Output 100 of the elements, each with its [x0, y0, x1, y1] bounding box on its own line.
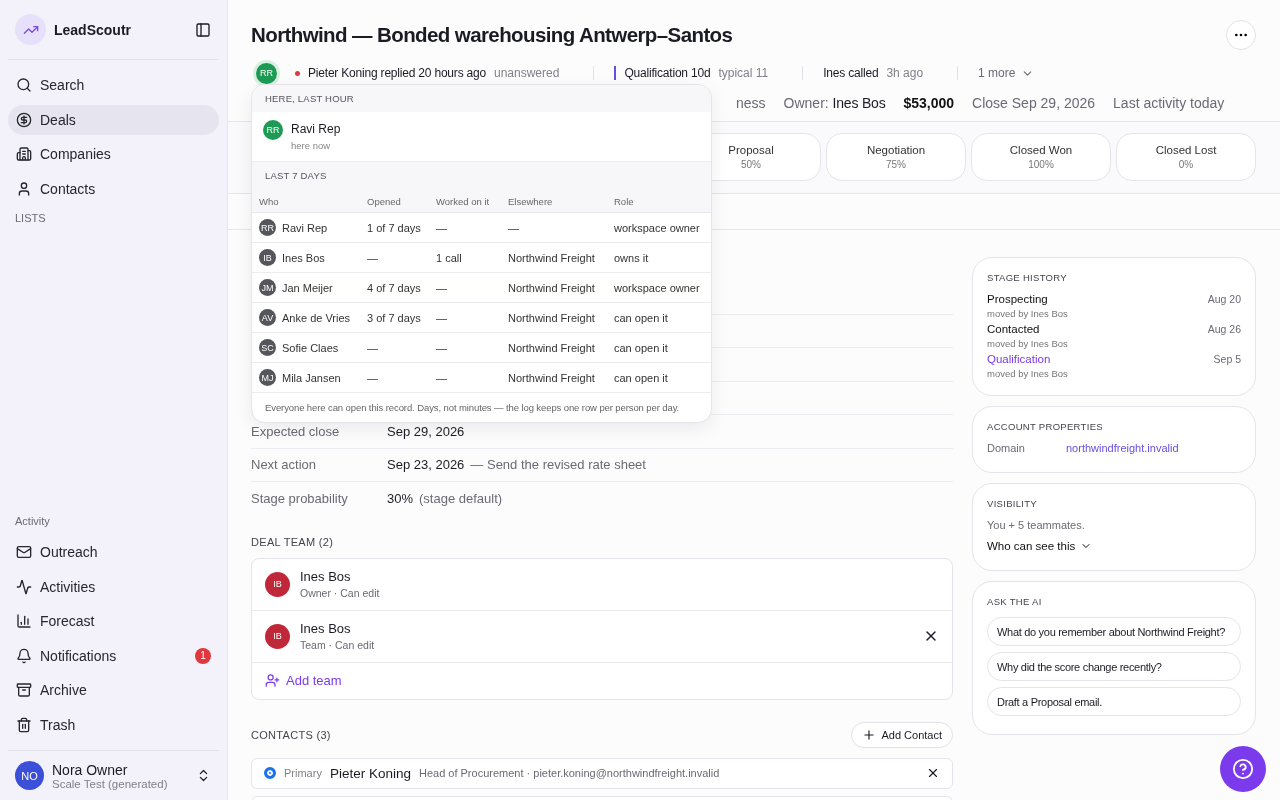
stage-pill[interactable]: Closed Won 100% — [971, 133, 1111, 181]
field-label: Stage probability — [251, 491, 349, 507]
visibility-dropdown[interactable]: Who can see this — [987, 540, 1093, 552]
section-heading: Activity — [14, 514, 51, 529]
table-cell: — — [436, 341, 447, 354]
column-header: Worked on it — [429, 189, 501, 213]
nav-item[interactable]: Companies — [8, 139, 219, 169]
popover-footnote: Everyone here can open this record. Days, not minutes — the log keeps one row per person per day. — [264, 401, 681, 415]
field-note: — Send the revised rate sheet — [470, 457, 646, 473]
card-heading: ACCOUNT PROPERTIES — [987, 421, 1104, 432]
help-button[interactable] — [1220, 746, 1266, 792]
field-note: (stage default) — [419, 491, 503, 507]
property-label: Domain — [987, 442, 1026, 454]
user-avatar: AV — [259, 309, 276, 326]
table-cell: Ines Bos — [282, 251, 325, 264]
nav-item[interactable]: Trash — [8, 709, 219, 740]
table-cell: Jan Meijer — [282, 281, 333, 294]
nav-item[interactable]: Forecast — [8, 606, 219, 636]
deal-title: Northwind — Bonded warehousing Antwerp–Santos — [251, 23, 733, 47]
table-cell: — — [508, 221, 519, 234]
user-subtitle: Scale Test (generated) — [52, 777, 169, 790]
member-name: Ines Bos — [300, 569, 352, 584]
section-heading: DEAL TEAM (2) — [251, 535, 334, 548]
stage-pill[interactable]: Closed Lost 0% — [1116, 133, 1256, 181]
nav-item[interactable]: Search — [8, 70, 219, 100]
help-icon — [1232, 758, 1254, 780]
table-cell: workspace owner — [614, 281, 700, 294]
table-cell: — — [367, 371, 378, 384]
close-icon[interactable] — [926, 766, 940, 780]
meta-text: Close Sep 29, 2026 — [972, 95, 1096, 111]
reply-state: unanswered — [494, 66, 560, 80]
column-header: Role — [607, 189, 711, 213]
nav-item[interactable]: Activities — [8, 571, 219, 602]
logo-icon — [15, 14, 46, 45]
trash-icon — [16, 716, 32, 733]
table-cell: Northwind Freight — [508, 341, 595, 354]
sidebar-toggle-icon[interactable] — [195, 21, 211, 38]
mail-icon — [16, 544, 32, 560]
nav-item[interactable]: Notifications 1 — [8, 640, 219, 671]
card-heading: VISIBILITY — [987, 498, 1038, 509]
section-heading: CONTACTS (3) — [251, 728, 331, 741]
nav-item[interactable]: Archive — [8, 675, 219, 705]
domain-link[interactable]: northwindfreight.invalid — [1066, 442, 1179, 454]
ai-prompt[interactable]: Draft a Proposal email. — [987, 687, 1241, 716]
card-heading: ASK THE AI — [987, 596, 1043, 607]
person-icon — [16, 180, 32, 197]
stage-date: Sep 5 — [1213, 353, 1241, 365]
stage-date: Aug 20 — [1207, 293, 1241, 305]
call-time: 3h ago — [886, 66, 924, 80]
table-cell: 4 of 7 days — [367, 281, 421, 294]
field-label: Next action — [251, 457, 318, 473]
ai-prompt[interactable]: Why did the score change recently? — [987, 652, 1241, 681]
primary-radio[interactable] — [264, 767, 276, 779]
ai-prompt[interactable]: What do you remember about Northwind Freight? — [987, 617, 1241, 646]
table-cell: can open it — [614, 371, 668, 384]
visibility-text: You + 5 teammates. — [987, 519, 1086, 531]
stage-pill[interactable]: Negotiation 75% — [826, 133, 966, 181]
table-cell: Northwind Freight — [508, 251, 595, 264]
stage-name: Qualification — [987, 353, 1051, 365]
user-avatar[interactable]: RR — [256, 62, 277, 84]
column-header: Opened — [360, 189, 429, 213]
table-cell: Northwind Freight — [508, 311, 595, 324]
member-role: Owner · Can edit — [300, 587, 381, 599]
bell-icon — [16, 647, 32, 664]
nav-item[interactable]: Contacts — [8, 173, 219, 204]
table-cell: 1 call — [436, 251, 462, 264]
field-value: Sep 23, 2026 — [387, 457, 465, 473]
add-team-link[interactable]: Add team — [252, 662, 355, 699]
meta-text: Last activity today — [1113, 95, 1225, 111]
archive-icon — [16, 682, 32, 698]
reply-status: Pieter Koning replied 20 hours ago — [308, 66, 486, 80]
user-avatar: MJ — [259, 369, 276, 386]
add-contact-button[interactable]: Add Contact — [851, 721, 953, 748]
nav-item[interactable]: Deals — [8, 104, 219, 135]
table-cell: — — [367, 251, 378, 264]
presence-status: here now — [291, 140, 332, 151]
card-heading: STAGE HISTORY — [987, 272, 1068, 283]
user-avatar: IB — [265, 623, 290, 649]
stage-date: Aug 26 — [1207, 323, 1241, 335]
table-cell: can open it — [614, 311, 668, 324]
user-name: Nora Owner — [52, 761, 129, 778]
table-cell: — — [436, 281, 447, 294]
stage-typical: typical 11 — [718, 66, 769, 80]
user-avatar: JM — [259, 279, 276, 296]
member-role: Team · Can edit — [300, 639, 376, 651]
meta-text: ness — [736, 95, 766, 111]
more-dropdown[interactable]: 1 more — [978, 66, 1035, 80]
table-cell: Sofie Claes — [282, 341, 339, 354]
section-heading: LISTS — [14, 211, 47, 226]
user-avatar: IB — [259, 249, 276, 266]
person-name: Ravi Rep — [291, 122, 341, 136]
table-cell: — — [436, 311, 447, 324]
table-cell: Mila Jansen — [282, 371, 341, 384]
nav-item[interactable]: Outreach — [8, 537, 219, 567]
deal-owner: Owner: Ines Bos — [783, 95, 886, 111]
brand-name: LeadScoutr — [54, 21, 132, 38]
user-avatar: NO — [15, 761, 44, 790]
plus-icon — [862, 727, 877, 742]
count-badge: 1 — [195, 647, 211, 664]
table-cell: workspace owner — [614, 221, 700, 234]
